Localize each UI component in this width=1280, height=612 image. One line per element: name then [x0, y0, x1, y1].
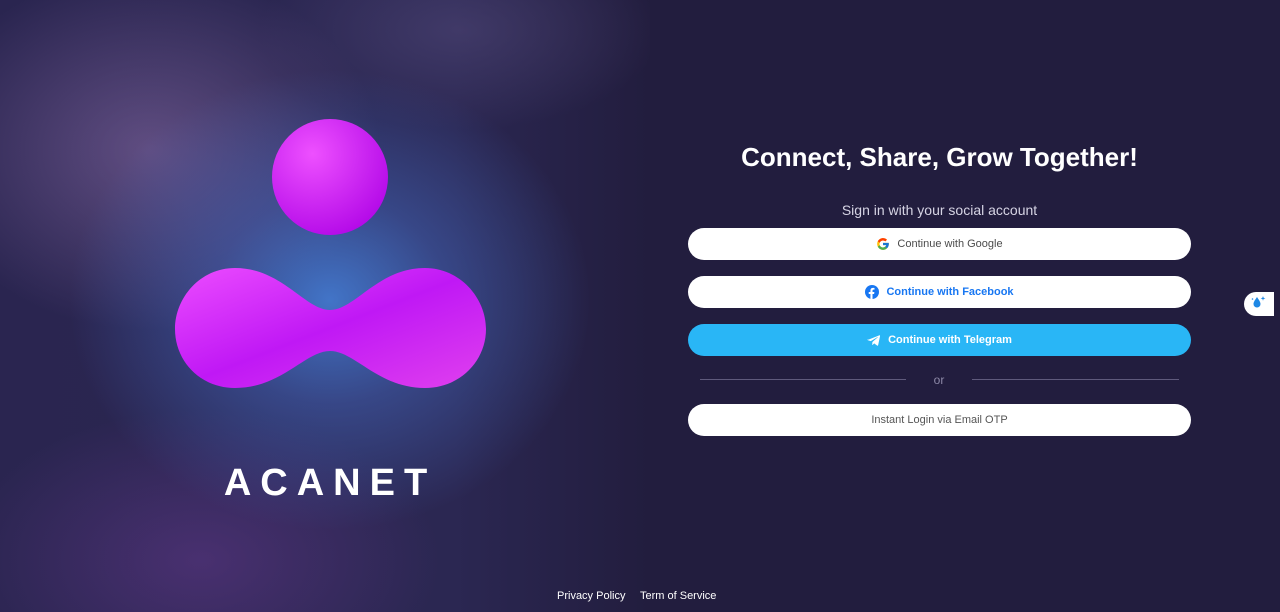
telegram-icon — [867, 333, 881, 347]
google-button-label: Continue with Google — [897, 238, 1003, 250]
continue-with-facebook-button[interactable]: Continue with Facebook — [688, 276, 1191, 308]
acanet-logo-icon — [175, 119, 486, 388]
privacy-policy-link[interactable]: Privacy Policy — [557, 590, 625, 602]
brand-name: ACANET — [223, 462, 437, 504]
email-otp-login-button[interactable]: Instant Login via Email OTP — [688, 404, 1191, 436]
telegram-button-label: Continue with Telegram — [888, 334, 1012, 346]
divider-line-left — [700, 379, 906, 380]
divider-line-right — [972, 379, 1179, 380]
brand-panel: ACANET — [0, 0, 650, 612]
facebook-icon — [865, 285, 880, 299]
terms-of-service-link[interactable]: Term of Service — [640, 590, 716, 602]
email-otp-button-label: Instant Login via Email OTP — [871, 414, 1008, 426]
divider-or: or — [933, 373, 945, 387]
signin-subtitle: Sign in with your social account — [841, 202, 1038, 218]
accessibility-widget-icon — [1251, 295, 1267, 314]
accessibility-widget[interactable] — [1244, 292, 1274, 316]
continue-with-google-button[interactable]: Continue with Google — [688, 228, 1191, 260]
facebook-button-label: Continue with Facebook — [886, 286, 1014, 298]
continue-with-telegram-button[interactable]: Continue with Telegram — [688, 324, 1191, 356]
page-title: Connect, Share, Grow Together! — [741, 142, 1138, 172]
google-icon — [876, 237, 890, 251]
